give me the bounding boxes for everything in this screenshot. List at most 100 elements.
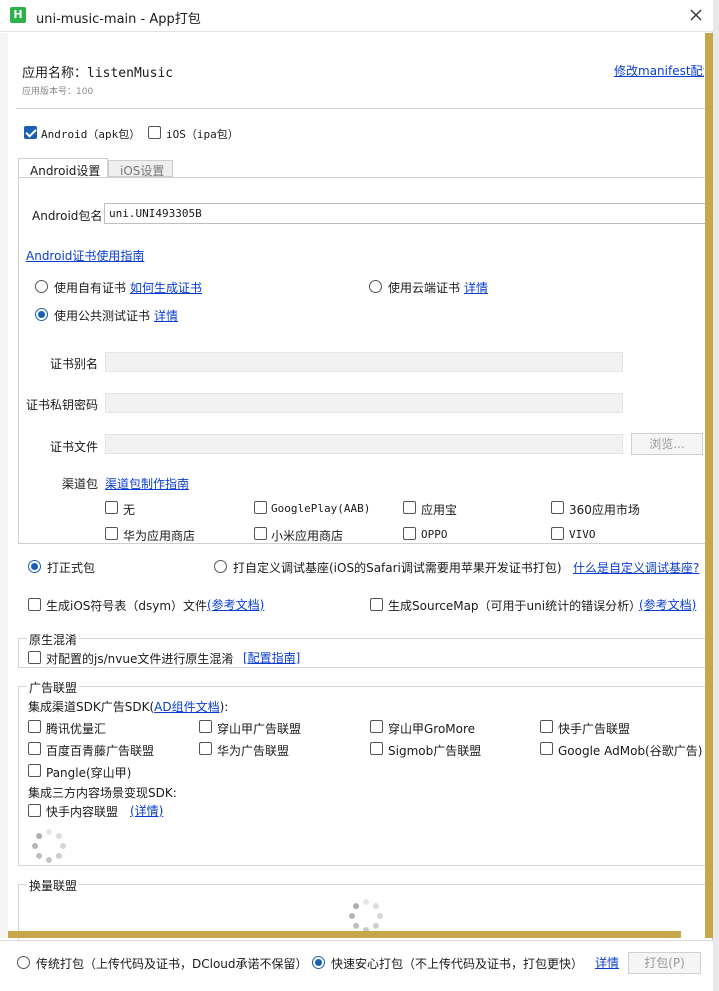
channel-label-huawei: 华为应用商店: [123, 529, 196, 543]
horizontal-scrollbar[interactable]: [8, 931, 681, 938]
ad-label-kuaishou: 快手广告联盟: [558, 722, 631, 736]
ad-kuaishou-checkbox[interactable]: [540, 720, 553, 733]
dsym-checkbox[interactable]: [28, 598, 41, 611]
cert-file-input[interactable]: [105, 434, 623, 454]
fast-pack-label: 快速安心打包（不上传代码及证书，打包更快）: [331, 957, 584, 971]
package-name-label: Android包名: [32, 209, 103, 223]
channel-googleplay-checkbox[interactable]: [254, 501, 267, 514]
ad-component-doc-link[interactable]: AD组件文档: [154, 700, 219, 714]
tab-ios-settings[interactable]: iOS设置: [108, 160, 173, 178]
ad-huawei-checkbox[interactable]: [199, 742, 212, 755]
cloud-cert-radio[interactable]: [369, 280, 382, 293]
kuaishou-content-detail-link[interactable]: (详情): [130, 802, 163, 819]
ad-baidu-checkbox[interactable]: [28, 742, 41, 755]
ad-gromore-checkbox[interactable]: [370, 720, 383, 733]
channel-label-xiaomi: 小米应用商店: [271, 529, 344, 543]
own-cert-label: 使用自有证书: [54, 281, 127, 295]
sourcemap-label: 生成SourceMap（可用于uni统计的错误分析）: [388, 599, 642, 613]
content-sdk-heading: 集成三方内容场景变现SDK:: [28, 786, 177, 800]
channel-label-vivo: VIVO: [569, 528, 596, 541]
title-bar: H uni-music-main - App打包: [0, 0, 713, 32]
custom-base-radio[interactable]: [214, 560, 227, 573]
ad-sigmob-checkbox[interactable]: [370, 742, 383, 755]
fast-pack-detail-link[interactable]: 详情: [595, 954, 619, 971]
how-generate-cert-link[interactable]: 如何生成证书: [130, 279, 202, 296]
public-cert-detail-link[interactable]: 详情: [154, 307, 178, 324]
exchange-title: 换量联盟: [27, 877, 80, 894]
obfuscation-checkbox[interactable]: [28, 651, 41, 664]
ad-label-tencent: 腾讯优量汇: [46, 722, 107, 736]
formal-build-label: 打正式包: [47, 561, 96, 575]
cloud-cert-label: 使用云端证书: [388, 281, 461, 295]
channel-label-360: 360应用市场: [569, 503, 640, 517]
cert-alias-input[interactable]: [105, 352, 623, 372]
android-checkbox[interactable]: [24, 126, 37, 139]
sourcemap-checkbox[interactable]: [370, 598, 383, 611]
cert-password-input[interactable]: [105, 393, 623, 413]
ad-admob-checkbox[interactable]: [540, 742, 553, 755]
ad-tencent-checkbox[interactable]: [28, 720, 41, 733]
app-pack-dialog: H uni-music-main - App打包 应用名称：listenMusi…: [0, 0, 713, 991]
android-cert-guide-link[interactable]: Android证书使用指南: [26, 247, 144, 264]
vertical-scrollbar[interactable]: [705, 33, 713, 938]
channel-guide-link[interactable]: 渠道包制作指南: [105, 475, 189, 492]
channel-label-none: 无: [123, 503, 136, 517]
traditional-pack-radio[interactable]: [17, 956, 30, 969]
close-button[interactable]: [686, 4, 706, 26]
channel-huawei-checkbox[interactable]: [105, 527, 118, 540]
channel-vivo-checkbox[interactable]: [551, 527, 564, 540]
kuaishou-content-label: 快手内容联盟: [46, 805, 119, 819]
cloud-cert-detail-link[interactable]: 详情: [464, 279, 488, 296]
ios-label: iOS（ipa包）: [166, 128, 239, 141]
channel-label-oppo: OPPO: [421, 528, 448, 541]
custom-base-help-link[interactable]: 什么是自定义调试基座?: [573, 559, 699, 576]
app-name: 应用名称：listenMusic: [22, 66, 174, 81]
ad-label-pangle: Pangle(穿山甲): [46, 766, 132, 780]
obfuscation-label: 对配置的js/nvue文件进行原生混淆: [46, 652, 234, 666]
cert-password-label: 证书私钥密码: [26, 398, 99, 412]
channel-label-yingyongbao: 应用宝: [421, 503, 458, 517]
channel-yingyongbao-checkbox[interactable]: [403, 501, 416, 514]
custom-base-label: 打自定义调试基座(iOS的Safari调试需要用苹果开发证书打包): [233, 561, 562, 575]
android-label: Android（apk包）: [41, 128, 141, 141]
app-version: 应用版本号：100: [22, 87, 94, 97]
obfuscation-title: 原生混淆: [27, 631, 80, 648]
close-icon: [690, 9, 702, 21]
channel-360-checkbox[interactable]: [551, 501, 564, 514]
ad-label-pangle-cn: 穿山甲广告联盟: [217, 722, 302, 736]
fast-pack-radio[interactable]: [312, 956, 325, 969]
public-cert-label: 使用公共测试证书: [54, 309, 151, 323]
ad-label-sigmob: Sigmob广告联盟: [388, 744, 482, 758]
ad-pangle-checkbox[interactable]: [28, 764, 41, 777]
channel-oppo-checkbox[interactable]: [403, 527, 416, 540]
ad-label-baidu: 百度百青藤广告联盟: [46, 744, 155, 758]
dsym-label: 生成iOS符号表（dsym）文件: [46, 599, 208, 613]
ad-label-admob: Google AdMob(谷歌广告): [558, 744, 703, 758]
ad-label-gromore: 穿山甲GroMore: [388, 722, 476, 736]
window-title: uni-music-main - App打包: [36, 12, 201, 27]
loading-spinner-icon: [32, 829, 66, 863]
browse-button[interactable]: 浏览...: [631, 433, 703, 455]
channel-label: 渠道包: [62, 477, 99, 491]
public-cert-radio[interactable]: [35, 308, 48, 321]
channel-none-checkbox[interactable]: [105, 501, 118, 514]
outer-window-edge: [713, 0, 719, 991]
pack-button[interactable]: 打包(P): [628, 952, 701, 974]
ads-sdk-heading: 集成渠道SDK广告SDK(AD组件文档):: [28, 700, 229, 714]
ad-label-huawei: 华为广告联盟: [217, 744, 290, 758]
exchange-loading-spinner-icon: [349, 899, 383, 933]
divider: [16, 108, 706, 109]
tab-android-settings[interactable]: Android设置: [18, 158, 108, 178]
ios-checkbox[interactable]: [148, 126, 161, 139]
channel-label-googleplay: GooglePlay(AAB): [271, 502, 371, 515]
own-cert-radio[interactable]: [35, 280, 48, 293]
modify-manifest-link[interactable]: 修改manifest配置: [614, 62, 704, 79]
channel-xiaomi-checkbox[interactable]: [254, 527, 267, 540]
package-name-input[interactable]: uni.UNI493305B: [104, 203, 706, 224]
ad-pangle-cn-checkbox[interactable]: [199, 720, 212, 733]
obfuscation-guide-link[interactable]: [配置指南]: [243, 649, 300, 666]
kuaishou-content-checkbox[interactable]: [28, 804, 41, 817]
dsym-doc-link[interactable]: (参考文档): [207, 596, 264, 613]
formal-build-radio[interactable]: [28, 560, 41, 573]
sourcemap-doc-link[interactable]: (参考文档): [639, 596, 696, 613]
